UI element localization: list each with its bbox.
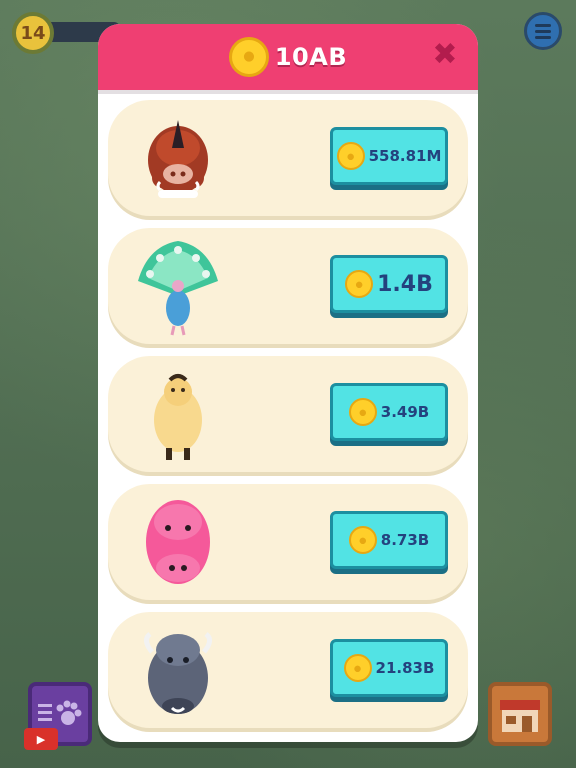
boar-icon bbox=[148, 120, 208, 198]
shop-button[interactable] bbox=[488, 682, 552, 746]
price-label: 21.83B bbox=[375, 659, 435, 677]
buy-button[interactable]: ● 3.49B bbox=[330, 383, 448, 441]
modal-header: ● 10AB ✖ bbox=[98, 24, 478, 94]
peacock-icon bbox=[138, 241, 218, 336]
shop-item-boar: ● 558.81M bbox=[108, 100, 468, 216]
price-label: 558.81M bbox=[368, 147, 442, 165]
level-number: 14 bbox=[20, 22, 46, 44]
shop-store-icon bbox=[500, 700, 540, 732]
menu-button[interactable] bbox=[524, 12, 562, 50]
price-label: 1.4B bbox=[377, 271, 433, 297]
buy-animals-modal: ● 10AB ✖ ● 558.81M ● 1.4B ● 3.49B ● 8.73… bbox=[98, 24, 478, 742]
hamburger-menu-icon bbox=[535, 23, 551, 39]
level-badge[interactable]: 14 bbox=[12, 12, 54, 54]
animal-shop-list: ● 558.81M ● 1.4B ● 3.49B ● 8.73B ● 21.83… bbox=[108, 100, 468, 740]
close-x-icon: ✖ bbox=[432, 37, 458, 72]
shop-item-llama: ● 3.49B bbox=[108, 356, 468, 472]
video-ad-icon[interactable]: ▶ bbox=[24, 728, 58, 750]
paw-coin-icon: ● bbox=[345, 270, 374, 298]
close-button[interactable]: ✖ bbox=[430, 40, 460, 70]
paw-coin-icon: ● bbox=[348, 526, 377, 554]
hippo-icon bbox=[146, 500, 210, 584]
buy-button[interactable]: ● 1.4B bbox=[330, 255, 448, 313]
paw-coin-icon: ● bbox=[336, 142, 365, 170]
paw-coin-icon: ● bbox=[348, 398, 377, 426]
llama-icon bbox=[154, 374, 202, 460]
price-label: 3.49B bbox=[380, 403, 430, 421]
coin-balance: 10AB bbox=[274, 43, 348, 71]
shop-item-buffalo: ● 21.83B bbox=[108, 612, 468, 728]
paw-coin-icon: ● bbox=[343, 654, 372, 682]
shop-item-hippo: ● 8.73B bbox=[108, 484, 468, 600]
paw-coin-icon: ● bbox=[228, 37, 269, 77]
buy-button[interactable]: ● 21.83B bbox=[330, 639, 448, 697]
price-label: 8.73B bbox=[380, 531, 430, 549]
buy-button[interactable]: ● 558.81M bbox=[330, 127, 448, 185]
buffalo-icon bbox=[144, 632, 212, 714]
buy-button[interactable]: ● 8.73B bbox=[330, 511, 448, 569]
shop-item-peacock: ● 1.4B bbox=[108, 228, 468, 344]
